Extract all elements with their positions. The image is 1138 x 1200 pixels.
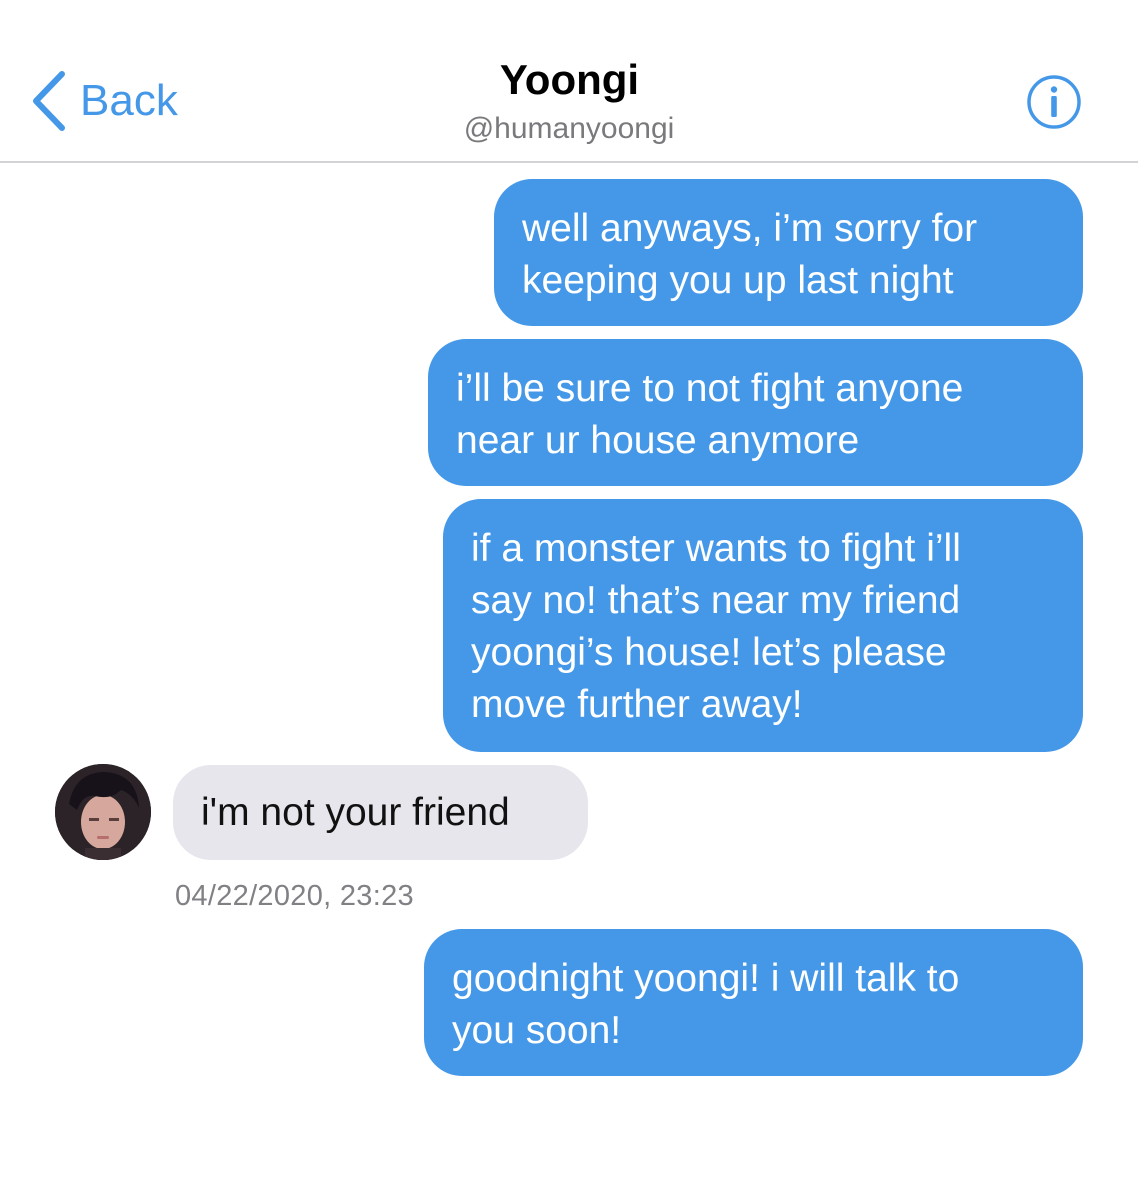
sent-message-bubble[interactable]: if a monster wants to fight i’ll say no!… bbox=[443, 499, 1083, 752]
contact-avatar[interactable] bbox=[55, 764, 151, 860]
info-circle-icon bbox=[1027, 75, 1081, 129]
avatar-photo bbox=[55, 764, 151, 860]
info-button[interactable] bbox=[1026, 74, 1082, 130]
received-message-bubble[interactable]: i'm not your friend bbox=[173, 765, 588, 860]
message-thread: well anyways, i’m sorry for keeping you … bbox=[0, 163, 1138, 1200]
contact-name: Yoongi bbox=[499, 56, 640, 103]
sent-message-bubble[interactable]: i’ll be sure to not fight anyone near ur… bbox=[428, 339, 1083, 486]
sent-message-bubble[interactable]: goodnight yoongi! i will talk to you soo… bbox=[424, 929, 1083, 1076]
contact-handle: @humanyoongi bbox=[463, 112, 675, 145]
contact-title-block: Yoongi @humanyoongi bbox=[0, 56, 1138, 148]
message-timestamp: 04/22/2020, 23:23 bbox=[175, 880, 414, 912]
sent-message-bubble[interactable]: well anyways, i’m sorry for keeping you … bbox=[494, 179, 1083, 326]
conversation-header: Back Yoongi @humanyoongi bbox=[0, 0, 1138, 163]
